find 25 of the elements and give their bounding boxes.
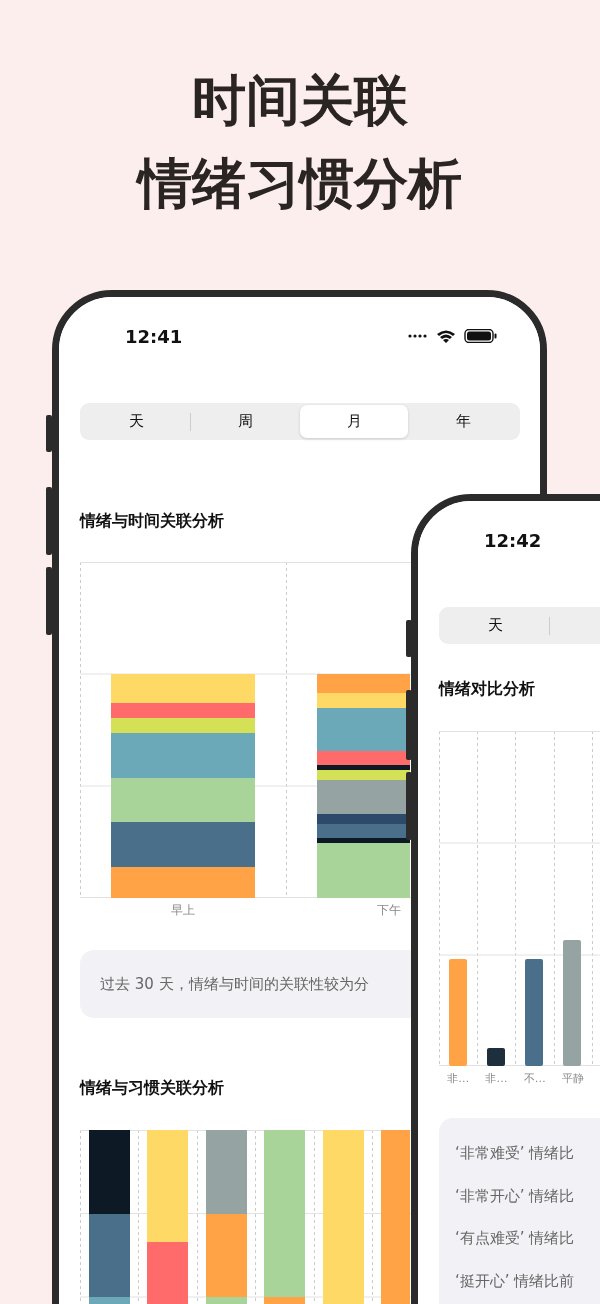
note-text: ‘有点难受’ 情绪比 [455, 1228, 576, 1249]
axis-label: 非… [446, 1070, 471, 1086]
section-title: 情绪与时间关联分析 [80, 510, 224, 532]
note-text: 过去 30 天，情绪与时间的关联性较为分 [100, 974, 369, 994]
axis-label: 不… [522, 1070, 547, 1086]
battery-icon [464, 329, 497, 343]
headline: 时间关联 [192, 68, 408, 134]
chart-bar [487, 1048, 505, 1066]
segment-tab[interactable]: 月 [300, 405, 408, 438]
wifi-icon [437, 329, 455, 343]
segment-tab[interactable]: 周 [191, 405, 299, 438]
axis-label: 早上 [170, 901, 196, 919]
signal-dots-icon [408, 334, 428, 338]
axis-label: 平静 [561, 1070, 586, 1086]
note-text: ‘非常开心’ 情绪比 [455, 1185, 576, 1207]
status-time: 12:41 [125, 325, 183, 347]
segment-tab[interactable]: 天 [82, 405, 190, 438]
axis-label: 非… [484, 1070, 509, 1086]
note-text: ‘非常难受’ 情绪比 [455, 1143, 576, 1164]
segment-tab[interactable]: 年 [409, 405, 517, 438]
section-title: 情绪与习惯关联分析 [80, 1077, 224, 1099]
section-title: 情绪对比分析 [439, 678, 535, 700]
status-time: 12:42 [484, 529, 542, 551]
note-text: ‘挺开心’ 情绪比前 [455, 1270, 576, 1292]
axis-label: 下午 [376, 901, 402, 919]
